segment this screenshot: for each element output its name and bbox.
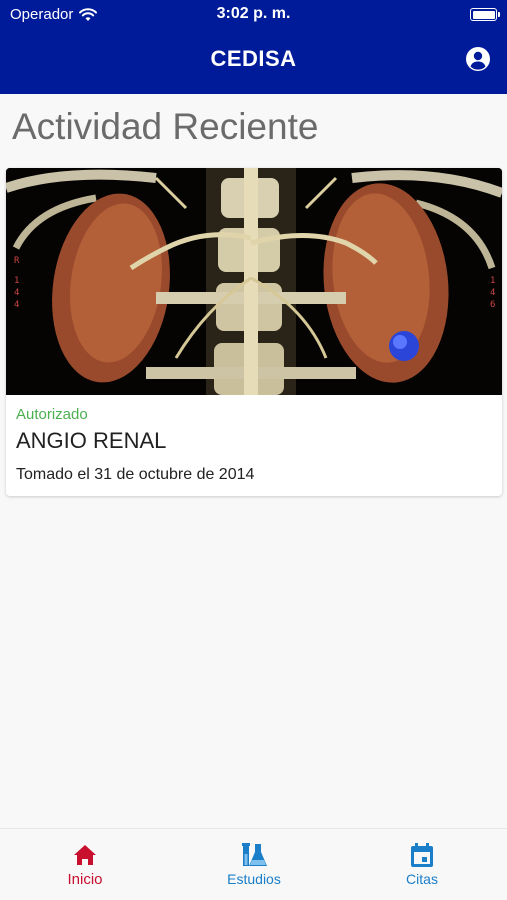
svg-text:1: 1 (14, 276, 19, 286)
svg-text:4: 4 (14, 300, 19, 310)
tab-bar: Inicio Estudios Citas (0, 828, 507, 900)
svg-text:6: 6 (490, 300, 495, 310)
section-title: Actividad Reciente (12, 106, 319, 147)
tab-estudios[interactable]: Estudios (194, 841, 314, 887)
status-bar: Operador 3:02 p. m. (0, 0, 507, 30)
home-icon (74, 845, 96, 865)
svg-text:4: 4 (490, 288, 495, 298)
study-thumbnail: R 1 4 4 1 4 6 (6, 168, 502, 395)
clock: 3:02 p. m. (216, 5, 291, 22)
app-title: CEDISA (210, 46, 297, 71)
svg-text:4: 4 (14, 288, 19, 298)
profile-icon[interactable] (465, 46, 491, 72)
tab-inicio[interactable]: Inicio (25, 841, 145, 888)
calendar-icon (411, 843, 433, 867)
study-date: Tomado el 31 de octubre de 2014 (16, 466, 255, 483)
study-status: Autorizado (16, 406, 88, 423)
svg-text:1: 1 (490, 276, 495, 286)
tab-label-inicio: Inicio (67, 871, 103, 888)
study-title: ANGIO RENAL (16, 428, 167, 453)
battery-icon (470, 8, 500, 21)
app-header: Operador 3:02 p. m. CEDISA (0, 0, 507, 94)
tab-label-citas: Citas (406, 871, 438, 887)
flask-icon (242, 843, 267, 866)
study-card[interactable]: R 1 4 4 1 4 6 Autorizado ANGIO RENAL Tom… (6, 168, 502, 496)
tab-citas[interactable]: Citas (362, 841, 482, 887)
svg-text:R: R (14, 256, 20, 266)
tab-label-estudios: Estudios (227, 871, 281, 887)
